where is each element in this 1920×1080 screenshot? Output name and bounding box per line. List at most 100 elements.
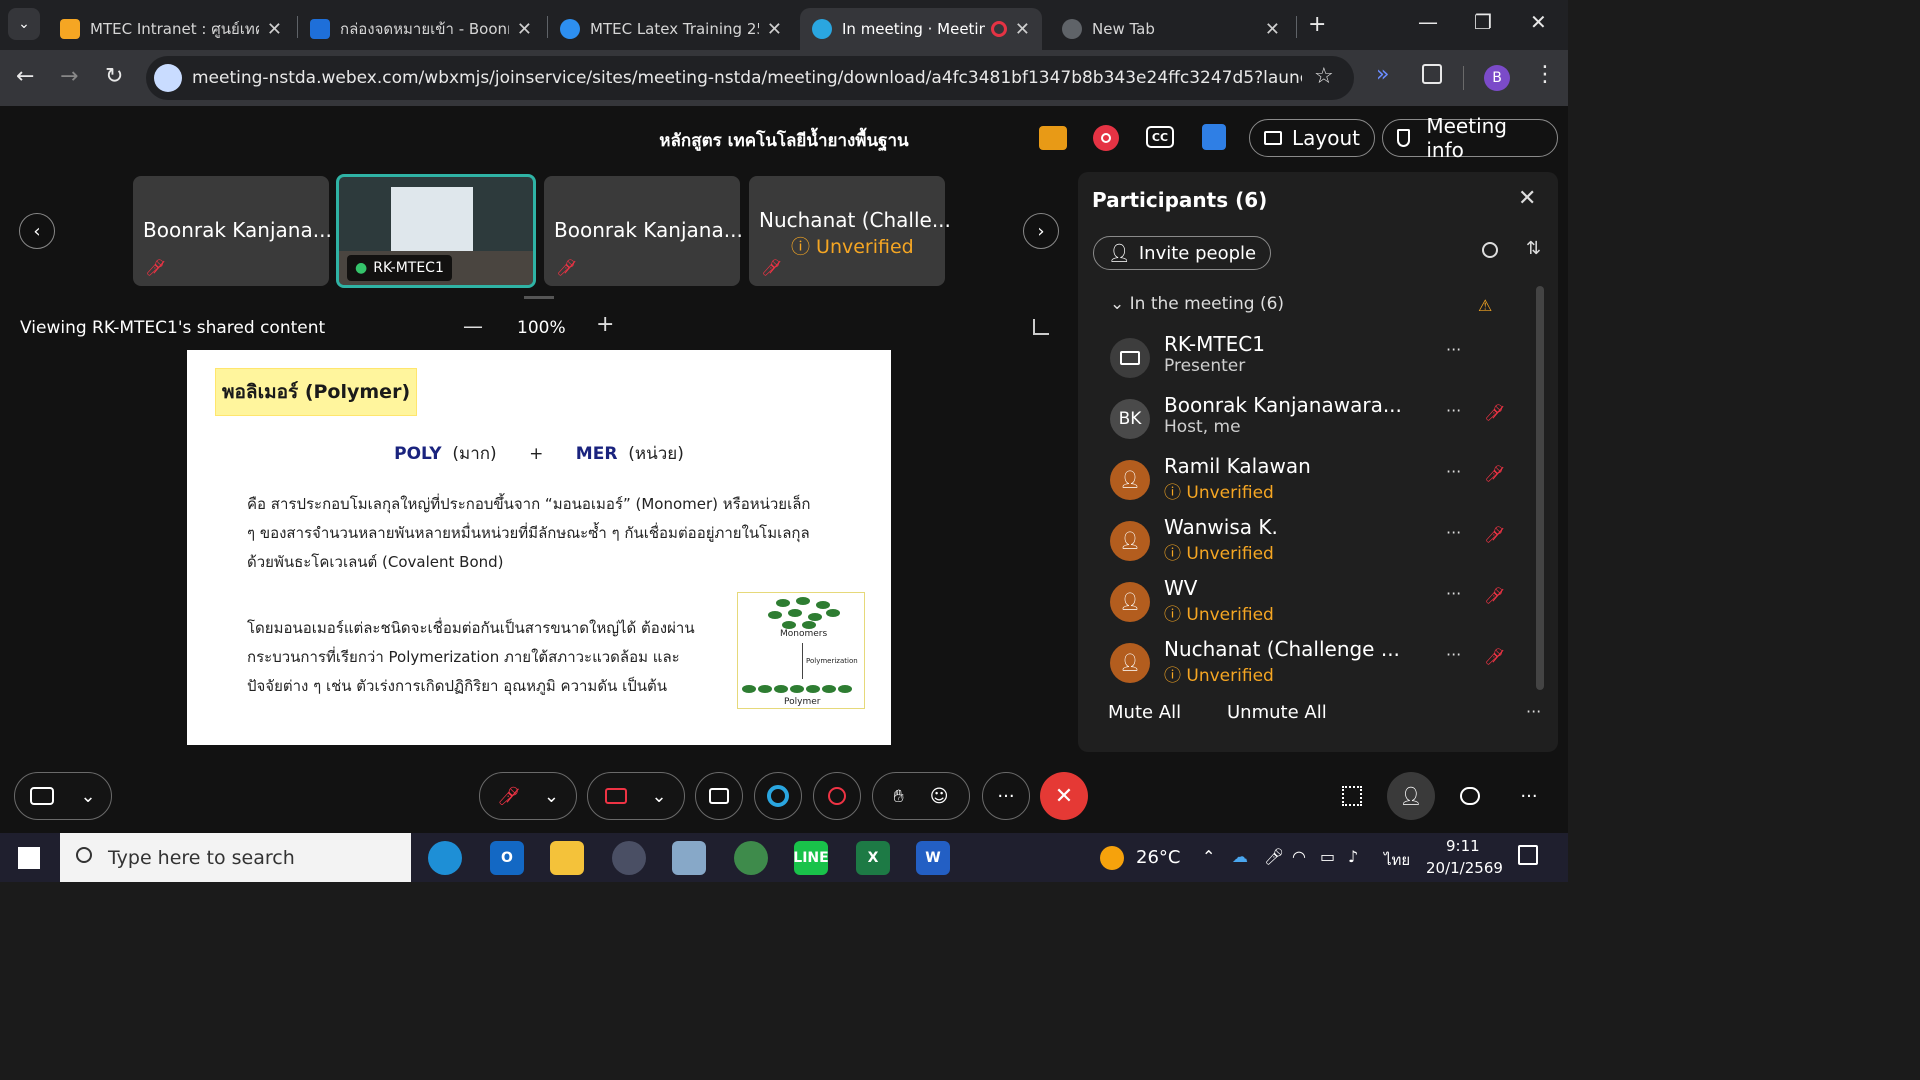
participant-thumbnail[interactable]: Boonrak Kanjana... 🎤︎̸ bbox=[133, 176, 332, 286]
close-panel-icon[interactable]: ✕ bbox=[1518, 186, 1536, 211]
record-button[interactable] bbox=[813, 772, 861, 820]
search-icon[interactable] bbox=[1482, 242, 1498, 258]
new-tab-plus-icon[interactable]: + bbox=[1308, 12, 1326, 37]
chat-icon[interactable] bbox=[1039, 126, 1067, 150]
close-tab-icon[interactable]: ✕ bbox=[267, 19, 282, 40]
reactions-control[interactable]: ✋︎ ☺ bbox=[872, 772, 970, 820]
tab-search-button[interactable]: ⌄ bbox=[8, 8, 40, 40]
sort-icon[interactable]: ⇅ bbox=[1526, 238, 1541, 259]
microphone-tray-icon[interactable]: 🎤︎ bbox=[1264, 847, 1284, 866]
close-tab-icon[interactable]: ✕ bbox=[517, 19, 532, 40]
mute-control[interactable]: 🎤︎̸ ⌄ bbox=[479, 772, 577, 820]
video-control[interactable]: ⌄ bbox=[587, 772, 685, 820]
captions-control[interactable]: ⌄ bbox=[14, 772, 112, 820]
participant-row[interactable]: 👤︎ Nuchanat (Challenge ... ⓘ Unverified … bbox=[1108, 637, 1508, 695]
clock-date[interactable]: 20/1/2569 bbox=[1426, 859, 1503, 877]
close-tab-icon[interactable]: ✕ bbox=[767, 19, 782, 40]
muted-mic-icon[interactable]: 🎤︎̸ bbox=[1484, 647, 1504, 666]
onedrive-tray-icon[interactable]: ☁ bbox=[1232, 847, 1248, 866]
more-panels-button[interactable]: ··· bbox=[1505, 772, 1553, 820]
muted-mic-icon[interactable]: 🎤︎̸ bbox=[1484, 403, 1504, 422]
close-tab-icon[interactable]: ✕ bbox=[1015, 19, 1030, 40]
participant-thumbnail[interactable]: Nuchanat (Challe... ⓘ Unverified 🎤︎̸ bbox=[749, 176, 951, 286]
scroll-thumbnails-left-button[interactable]: ‹ bbox=[19, 213, 55, 249]
windows-start-icon[interactable] bbox=[18, 847, 40, 869]
mute-all-button[interactable]: Mute All bbox=[1108, 702, 1181, 723]
notes-app-icon[interactable] bbox=[672, 841, 706, 875]
webex-extension-icon[interactable]: » bbox=[1376, 62, 1389, 87]
battery-tray-icon[interactable]: ▭ bbox=[1320, 847, 1335, 866]
edge-app-icon[interactable] bbox=[428, 841, 462, 875]
emoji-icon[interactable]: ☺ bbox=[930, 786, 949, 807]
participants-scrollbar[interactable] bbox=[1536, 286, 1544, 690]
unmute-all-button[interactable]: Unmute All bbox=[1227, 702, 1327, 723]
zoom-in-button[interactable]: + bbox=[596, 312, 614, 337]
word-app-icon[interactable]: W bbox=[916, 841, 950, 875]
forward-arrow-icon[interactable]: → bbox=[60, 64, 78, 89]
end-call-button[interactable]: ✕ bbox=[1040, 772, 1088, 820]
scroll-thumbnails-right-button[interactable]: › bbox=[1023, 213, 1059, 249]
weather-temperature[interactable]: 26°C bbox=[1136, 847, 1180, 868]
more-options-icon[interactable]: ··· bbox=[1526, 702, 1541, 721]
wifi-tray-icon[interactable]: ◠ bbox=[1292, 847, 1306, 866]
more-options-icon[interactable]: ··· bbox=[1446, 584, 1461, 603]
share-button[interactable] bbox=[695, 772, 743, 820]
participant-row[interactable]: 👤︎ Ramil Kalawan ⓘ Unverified ··· 🎤︎̸ bbox=[1108, 454, 1508, 512]
extensions-puzzle-icon[interactable] bbox=[1422, 64, 1442, 84]
input-language[interactable]: ไทย bbox=[1384, 848, 1410, 872]
apps-grid-button[interactable] bbox=[1328, 772, 1376, 820]
muted-mic-icon[interactable]: 🎤︎̸ bbox=[1484, 586, 1504, 605]
apps-add-icon[interactable] bbox=[1202, 124, 1226, 150]
chevron-down-icon[interactable]: ⌄ bbox=[651, 786, 666, 807]
close-window-icon[interactable]: ✕ bbox=[1530, 10, 1547, 34]
excel-app-icon[interactable]: X bbox=[856, 841, 890, 875]
meeting-info-button[interactable]: Meeting info bbox=[1382, 114, 1558, 162]
back-arrow-icon[interactable]: ← bbox=[16, 64, 34, 89]
participant-row[interactable]: RK-MTEC1 Presenter ··· bbox=[1108, 332, 1508, 390]
file-explorer-app-icon[interactable] bbox=[550, 841, 584, 875]
outlook-app-icon[interactable]: O bbox=[490, 841, 524, 875]
clock-time[interactable]: 9:11 bbox=[1446, 837, 1480, 855]
browser-tab[interactable]: กล่องจดหมายเข้า - Boonrak ✕ bbox=[298, 8, 544, 50]
participants-button[interactable]: 👤︎ bbox=[1387, 772, 1435, 820]
in-meeting-section[interactable]: ⌄ In the meeting (6) bbox=[1110, 294, 1284, 314]
line-app-icon[interactable]: LINE bbox=[793, 841, 829, 875]
more-options-icon[interactable]: ··· bbox=[1446, 645, 1461, 664]
closed-captions-icon[interactable] bbox=[30, 787, 55, 805]
browser-tab[interactable]: MTEC Latex Training 256 ✕ bbox=[548, 8, 794, 50]
address-bar[interactable]: meeting-nstda.webex.com/wbxmjs/joinservi… bbox=[146, 56, 1354, 100]
more-options-icon[interactable]: ··· bbox=[1446, 401, 1461, 420]
video-off-icon[interactable] bbox=[605, 788, 628, 804]
layout-button[interactable]: Layout bbox=[1249, 119, 1375, 157]
minimize-window-icon[interactable]: — bbox=[1418, 10, 1438, 34]
participant-thumbnail[interactable]: Boonrak Kanjana... 🎤︎̸ bbox=[544, 176, 743, 286]
resize-handle[interactable] bbox=[524, 296, 554, 299]
more-options-icon[interactable]: ··· bbox=[1446, 523, 1461, 542]
invite-people-button[interactable]: 👤︎ Invite people bbox=[1093, 236, 1272, 270]
webex-assistant-button[interactable] bbox=[754, 772, 802, 820]
more-options-icon[interactable]: ··· bbox=[1446, 462, 1461, 481]
chevron-up-icon[interactable]: ⌃ bbox=[1202, 847, 1215, 866]
more-options-button[interactable]: ··· bbox=[982, 772, 1030, 820]
taskbar-search-input[interactable]: Type here to search bbox=[60, 833, 411, 882]
zoom-out-button[interactable]: — bbox=[463, 314, 483, 338]
chevron-down-icon[interactable]: ⌄ bbox=[544, 786, 559, 807]
profile-avatar[interactable]: B bbox=[1484, 65, 1510, 91]
browser-tab[interactable]: MTEC Intranet : ศูนย์เทคโน ✕ bbox=[48, 8, 294, 50]
muted-mic-icon[interactable]: 🎤︎̸ bbox=[1484, 464, 1504, 483]
browser-tab-active[interactable]: In meeting · Meeting ✕ bbox=[800, 8, 1042, 50]
raise-hand-icon[interactable]: ✋︎ bbox=[893, 786, 903, 807]
muted-mic-icon[interactable]: 🎤︎̸ bbox=[1484, 525, 1504, 544]
participant-row[interactable]: BK Boonrak Kanjanawara... Host, me ··· 🎤… bbox=[1108, 393, 1508, 451]
chevron-down-icon[interactable]: ⌄ bbox=[80, 786, 95, 807]
browser-menu-icon[interactable]: ⋮ bbox=[1534, 62, 1556, 87]
browser-tab[interactable]: New Tab ✕ bbox=[1050, 8, 1292, 50]
chrome-profile-app-icon[interactable] bbox=[734, 841, 768, 875]
closed-captions-icon[interactable]: CC bbox=[1146, 126, 1174, 148]
muted-mic-icon[interactable]: 🎤︎̸ bbox=[497, 786, 520, 807]
chrome-app-icon[interactable] bbox=[612, 841, 646, 875]
restore-window-icon[interactable]: ❐ bbox=[1474, 10, 1492, 34]
volume-tray-icon[interactable]: ♪ bbox=[1348, 847, 1358, 866]
url-text[interactable]: meeting-nstda.webex.com/wbxmjs/joinservi… bbox=[192, 68, 1302, 88]
expand-fullscreen-icon[interactable] bbox=[1033, 319, 1049, 335]
